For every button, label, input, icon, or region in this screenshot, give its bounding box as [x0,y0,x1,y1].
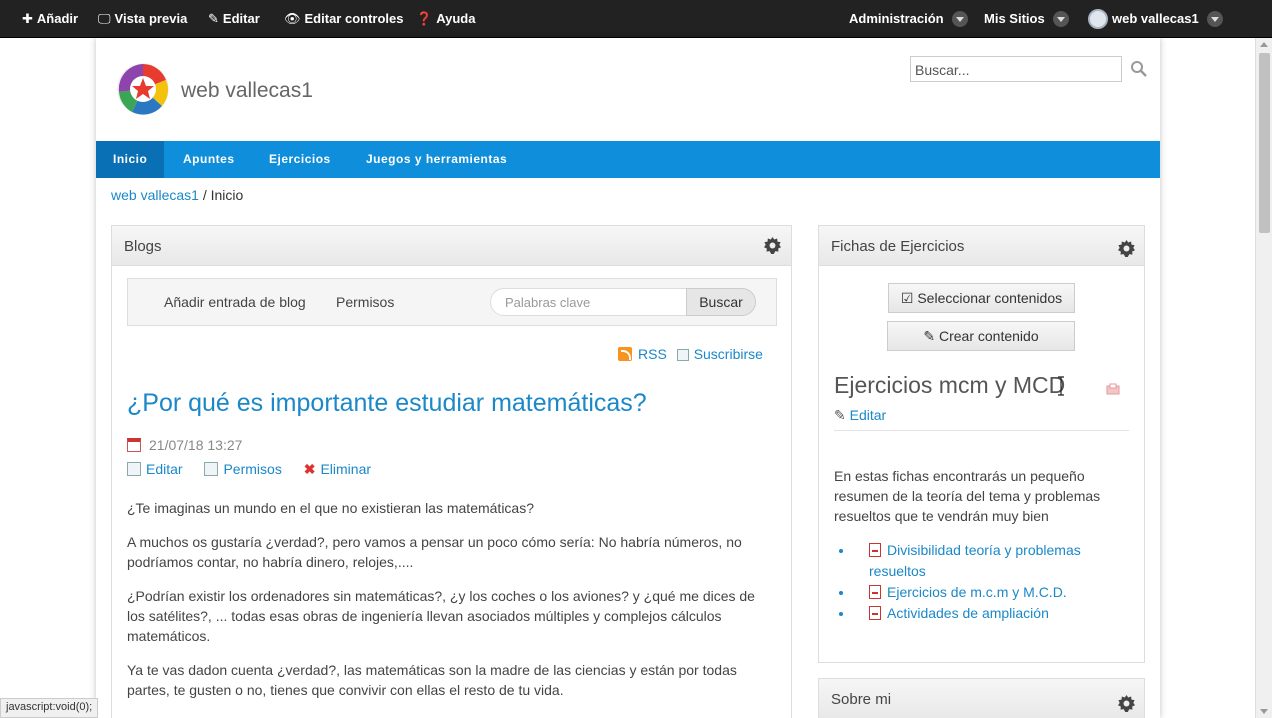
pdf-icon [869,606,881,620]
page-container: web vallecas1 Buscar... Inicio Apuntes E… [96,38,1160,718]
nav-item-ejercicios[interactable]: Ejercicios [252,141,348,178]
delete-icon: ✖ [303,461,316,477]
fichas-portlet-header: Fichas de Ejercicios [819,226,1144,266]
scroll-down-arrow-icon[interactable] [1260,709,1268,714]
rss-bar: RSS Suscribirse [618,346,763,362]
gear-icon[interactable] [1118,695,1135,712]
question-icon: ❓ [416,11,433,26]
sobre-mi-portlet: Sobre mi [818,678,1145,718]
pencil-icon: ✎ [923,328,939,344]
main-navigation: Inicio Apuntes Ejercicios Juegos y herra… [96,141,1160,178]
fichas-portlet: Fichas de Ejercicios ☑ Seleccionar conte… [818,225,1145,663]
post-paragraph: ¿Podrían existir los ordenadores sin mat… [127,588,755,644]
search-icon[interactable] [1130,60,1148,78]
content-edit-link[interactable]: ✎ Editar [834,407,886,424]
scroll-thumb[interactable] [1259,53,1270,233]
pdf-icon [869,585,881,599]
post-edit-link[interactable]: Editar [146,461,183,477]
monitor-icon: 🖵 [98,11,111,26]
permissions-icon [204,462,219,476]
plus-icon: ✚ [22,11,33,26]
site-search-input[interactable]: Buscar... [910,56,1122,82]
edit-controls-button[interactable]: 👁 Editar controles [284,0,403,38]
edit-icon [127,462,141,476]
breadcrumb-separator: / [202,187,211,203]
blogs-portlet-title: Blogs [124,238,162,255]
post-body: ¿Te imaginas un mundo en el que no exist… [127,498,767,714]
gear-icon[interactable] [1118,240,1135,257]
add-button[interactable]: ✚ Añadir [22,0,78,38]
print-icon[interactable] [1106,383,1120,397]
select-contents-button[interactable]: ☑ Seleccionar contenidos [888,283,1075,313]
blogs-portlet-header: Blogs [112,226,791,266]
post-title[interactable]: ¿Por qué es importante estudiar matemáti… [127,389,647,418]
post-actions: Editar Permisos ✖ Eliminar [127,461,389,478]
edit-button[interactable]: ✎ Editar [208,0,260,38]
sobre-mi-portlet-header: Sobre mi [819,679,1144,718]
nav-item-apuntes[interactable]: Apuntes [166,141,252,178]
blog-permissions-button[interactable]: Permisos [336,294,394,310]
post-meta: 21/07/18 13:27 [127,437,242,453]
help-button[interactable]: ❓ Ayuda [416,0,475,38]
list-item[interactable]: Ejercicios de m.c.m y M.C.D. [839,582,1129,603]
site-name[interactable]: web vallecas1 [181,79,313,103]
list-item[interactable]: Divisibilidad teoría y problemas resuelt… [839,540,1129,582]
subscribe-link[interactable]: Suscribirse [694,346,763,362]
breadcrumb-site-link[interactable]: web vallecas1 [111,187,199,203]
create-content-button[interactable]: ✎ Crear contenido [887,321,1075,351]
user-menu[interactable]: web vallecas1 [1088,0,1223,38]
add-blog-entry-button[interactable]: Añadir entrada de blog [164,294,306,310]
blogs-portlet: Blogs Añadir entrada de blog Permisos Pa… [111,225,792,718]
sobre-mi-portlet-title: Sobre mi [831,691,892,708]
status-url: javascript:void(0); [0,698,99,718]
blog-toolbar: Añadir entrada de blog Permisos Palabras… [127,278,777,326]
post-delete-link[interactable]: Eliminar [320,461,371,477]
subscribe-icon [676,349,689,361]
list-item[interactable]: Actividades de ampliación [839,603,1129,624]
calendar-icon [127,438,141,452]
scroll-up-arrow-icon[interactable] [1260,42,1268,47]
admin-menu[interactable]: Administración [849,0,968,38]
pdf-icon [869,543,881,557]
post-paragraph: A muchos os gustaría ¿verdad?, pero vamo… [127,534,742,570]
divider [834,430,1129,431]
post-date: 21/07/18 13:27 [149,437,243,453]
post-paragraph: ¿Te imaginas un mundo en el que no exist… [127,500,534,516]
gear-icon[interactable] [764,237,781,254]
pencil-icon: ✎ [208,11,219,26]
dockbar: ✚ Añadir 🖵 Vista previa ✎ Editar 👁 Editar co… [0,0,1272,38]
nav-item-juegos[interactable]: Juegos y herramientas [349,141,524,178]
checkbox-icon: ☑ [900,290,918,306]
breadcrumb-current: Inicio [210,187,244,203]
preview-button[interactable]: 🖵 Vista previa [98,0,187,38]
rss-link[interactable]: RSS [638,346,667,362]
pencil-icon: ✎ [834,407,850,423]
chevron-down-icon [1052,10,1069,27]
nav-item-inicio[interactable]: Inicio [96,141,165,178]
keywords-input[interactable]: Palabras clave [490,288,688,316]
blog-search-button[interactable]: Buscar [686,288,756,316]
site-logo[interactable] [116,62,170,116]
chevron-down-icon [951,10,968,27]
post-paragraph: Ya te vas dadon cuenta ¿verdad?, las mat… [127,662,737,698]
file-list: Divisibilidad teoría y problemas resuelt… [839,540,1129,624]
content-title: Ejercicios mcm y MCD [834,372,1066,398]
post-permissions-link[interactable]: Permisos [223,461,281,477]
chevron-down-icon [1206,10,1223,27]
breadcrumb: web vallecas1 / Inicio [111,187,243,203]
avatar [1088,8,1108,29]
rss-icon [618,347,632,361]
content-description: En estas fichas encontrarás un pequeño r… [834,468,1101,524]
fichas-portlet-title: Fichas de Ejercicios [831,238,965,255]
text-cursor-icon [1058,376,1064,396]
eye-icon: 👁 [284,11,301,26]
my-sites-menu[interactable]: Mis Sitios [984,0,1069,38]
page-scrollbar[interactable] [1255,38,1272,718]
